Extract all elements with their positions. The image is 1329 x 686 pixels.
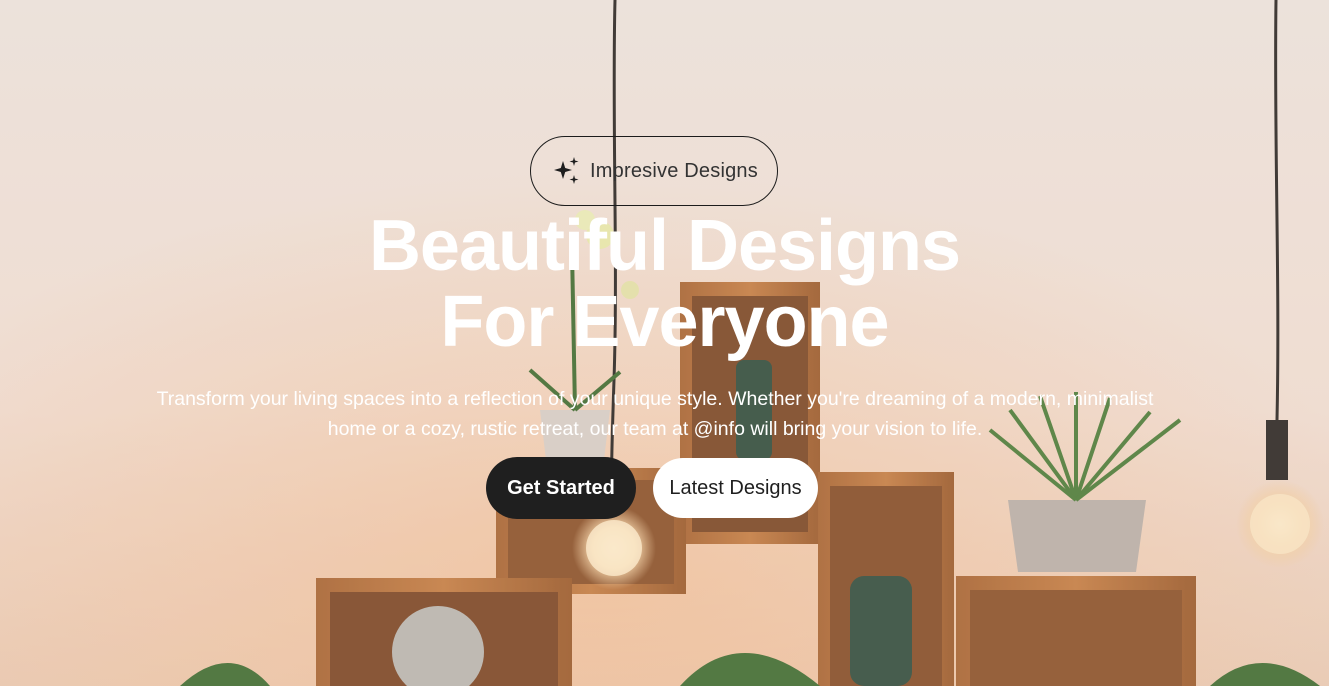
sparkles-icon — [550, 155, 582, 187]
feature-badge: Impresive Designs — [530, 136, 778, 206]
hero-headline: Beautiful Designs For Everyone — [0, 208, 1329, 360]
hero-description: Transform your living spaces into a refl… — [156, 388, 1154, 440]
headline-line-1: Beautiful Designs — [368, 206, 961, 286]
badge-label: Impresive Designs — [590, 159, 758, 182]
hero-section: Impresive Designs Beautiful Designs For … — [0, 0, 1329, 686]
latest-designs-button[interactable]: Latest Designs — [653, 458, 818, 518]
get-started-button[interactable]: Get Started — [486, 457, 636, 519]
headline-line-2: For Everyone — [440, 282, 889, 362]
